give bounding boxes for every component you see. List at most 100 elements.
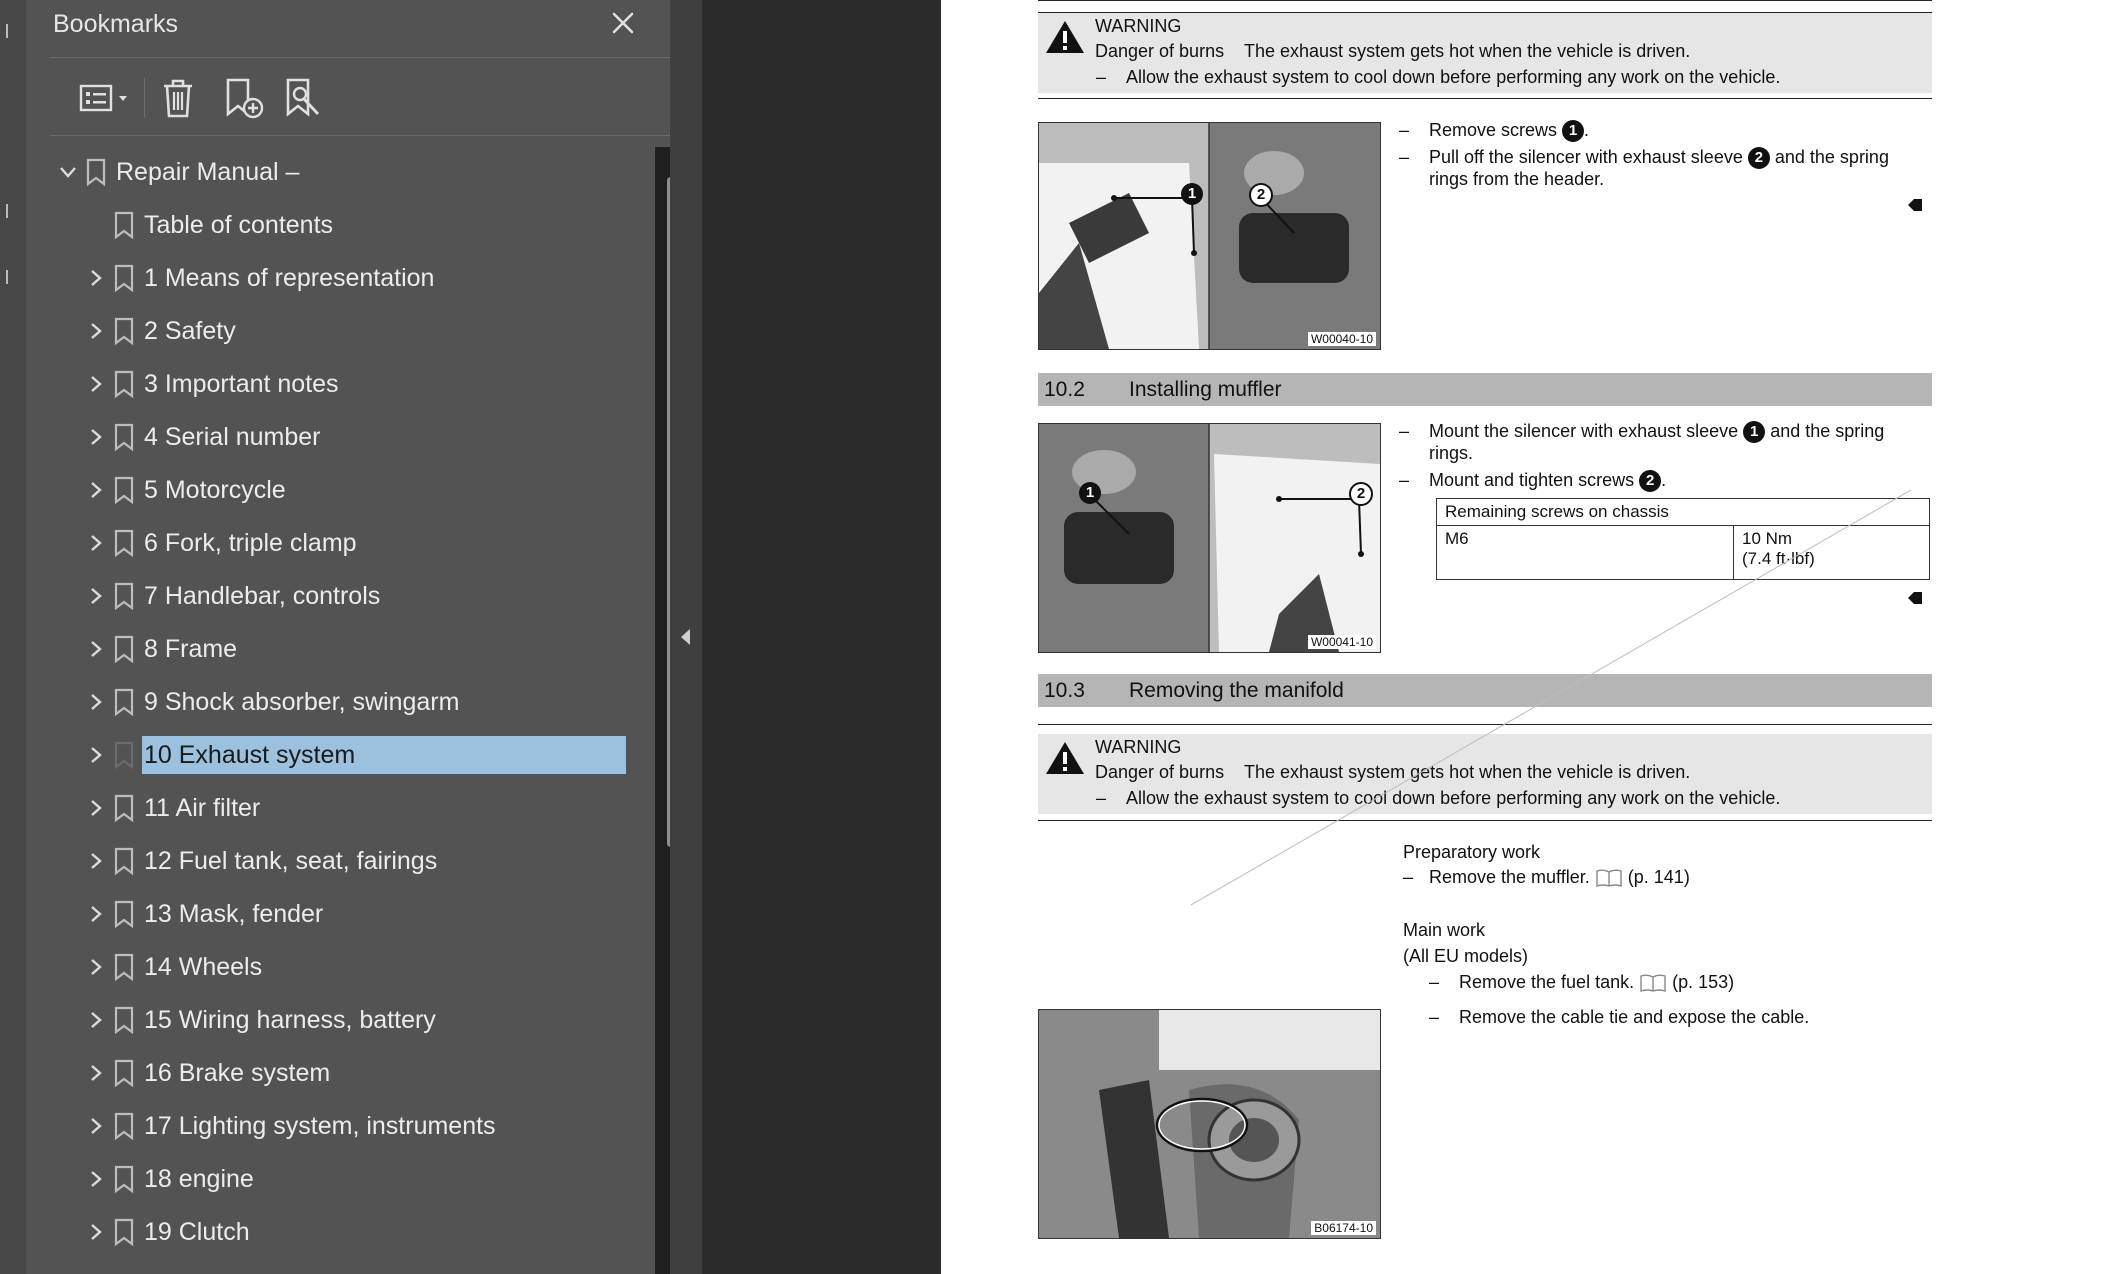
bookmark-icon xyxy=(112,687,136,717)
step-mount-silencer-cont: and the spring xyxy=(1770,421,1885,441)
bookmark-item[interactable]: 9 Shock absorber, swingarm xyxy=(26,675,626,728)
callout-1: 1 xyxy=(1079,482,1101,504)
bookmark-item[interactable]: 14 Wheels xyxy=(26,940,626,993)
bookmark-item[interactable]: 17 Lighting system, instruments xyxy=(26,1099,626,1152)
bookmark-icon xyxy=(112,422,136,452)
step-tighten-screws: Mount and tighten screws xyxy=(1429,470,1635,490)
find-bookmark-button[interactable] xyxy=(280,70,328,126)
bookmark-label: 1 Means of representation xyxy=(144,263,435,292)
chevron-right-icon[interactable] xyxy=(84,1008,108,1032)
find-bookmark-icon xyxy=(286,78,320,117)
delete-bookmark-button[interactable] xyxy=(154,70,202,126)
collapse-panel-button[interactable] xyxy=(670,0,702,1274)
page-reference[interactable]: (p. 153) xyxy=(1672,972,1734,992)
bookmark-item[interactable]: 19 Clutch xyxy=(26,1205,626,1258)
callout-2: 2 xyxy=(1639,470,1662,493)
chevron-right-icon[interactable] xyxy=(84,319,108,343)
bookmark-label: 15 Wiring harness, battery xyxy=(144,1005,436,1034)
bookmark-item[interactable]: 11 Air filter xyxy=(26,781,626,834)
section-number: 10.3 xyxy=(1044,679,1085,702)
bookmark-icon xyxy=(112,210,136,240)
bullet-dash: – xyxy=(1096,67,1107,87)
photo-code: B06174-10 xyxy=(1311,1221,1376,1235)
warning-action: Allow the exhaust system to cool down be… xyxy=(1126,67,1781,87)
close-panel-button[interactable] xyxy=(606,6,640,40)
bullet-dash: – xyxy=(1399,470,1410,490)
bookmark-item[interactable]: 6 Fork, triple clamp xyxy=(26,516,626,569)
bookmark-item[interactable]: Table of contents xyxy=(26,198,626,251)
chevron-right-icon[interactable] xyxy=(84,372,108,396)
document-background xyxy=(702,0,941,1274)
danger-text: The exhaust system gets hot when the veh… xyxy=(1244,41,1691,61)
bookmark-item[interactable]: 16 Brake system xyxy=(26,1046,626,1099)
bookmark-label: 11 Air filter xyxy=(144,793,261,822)
add-bookmark-button[interactable] xyxy=(220,70,268,126)
step-text: Pull off the silencer with exhaust sleev… xyxy=(1429,147,1889,170)
chevron-right-icon[interactable] xyxy=(84,849,108,873)
bookmark-icon xyxy=(112,528,136,558)
bookmark-item[interactable]: 15 Wiring harness, battery xyxy=(26,993,626,1046)
left-tool-rail xyxy=(0,0,27,1274)
options-menu-button[interactable] xyxy=(76,70,136,126)
bullet-dash: – xyxy=(1399,120,1410,140)
step-remove-cable-tie: Remove the cable tie and expose the cabl… xyxy=(1459,1007,1810,1027)
step-text: Mount the silencer with exhaust sleeve 1… xyxy=(1429,421,1885,444)
bookmark-icon xyxy=(112,1217,136,1247)
bookmark-label: 10 Exhaust system xyxy=(142,735,626,774)
trash-icon xyxy=(164,79,192,118)
step-pull-off-cont: and the spring xyxy=(1774,147,1889,167)
photo-illustration xyxy=(1039,1010,1380,1238)
bookmark-item[interactable]: 10 Exhaust system xyxy=(26,728,626,781)
bookmark-item[interactable]: 13 Mask, fender xyxy=(26,887,626,940)
bookmark-icon xyxy=(112,475,136,505)
models-label: (All EU models) xyxy=(1403,946,1529,966)
bookmark-icon xyxy=(112,846,136,876)
bookmark-icon xyxy=(112,1058,136,1088)
bullet-dash: – xyxy=(1399,147,1410,167)
chevron-right-icon[interactable] xyxy=(84,1061,108,1085)
chevron-right-icon[interactable] xyxy=(84,743,108,767)
chevron-right-icon[interactable] xyxy=(84,902,108,926)
chevron-right-icon[interactable] xyxy=(84,478,108,502)
chevron-right-icon[interactable] xyxy=(84,1220,108,1244)
bookmark-label: 12 Fuel tank, seat, fairings xyxy=(144,846,438,875)
photo-illustration xyxy=(1039,123,1380,349)
callout-1: 1 xyxy=(1181,183,1203,205)
bookmark-label: 4 Serial number xyxy=(144,422,321,451)
bookmark-item[interactable]: 12 Fuel tank, seat, fairings xyxy=(26,834,626,887)
bookmarks-panel: Bookmarks Repair Manual – Table of conte… xyxy=(26,0,686,1274)
chevron-down-icon[interactable] xyxy=(56,160,80,184)
chevron-right-icon[interactable] xyxy=(84,531,108,555)
bullet-dash: – xyxy=(1096,788,1107,808)
bookmark-item[interactable]: 1 Means of representation xyxy=(26,251,626,304)
panel-title: Bookmarks xyxy=(53,10,179,38)
chevron-right-icon[interactable] xyxy=(84,796,108,820)
bookmark-item[interactable]: 3 Important notes xyxy=(26,357,626,410)
bookmark-item[interactable]: 4 Serial number xyxy=(26,410,626,463)
danger-label: Danger of burns xyxy=(1095,41,1225,61)
bookmark-icon xyxy=(112,1111,136,1141)
bookmark-label: 18 engine xyxy=(144,1164,254,1193)
bookmark-item[interactable]: 18 engine xyxy=(26,1152,626,1205)
bookmark-label: 9 Shock absorber, swingarm xyxy=(144,687,460,716)
chevron-right-icon[interactable] xyxy=(84,1114,108,1138)
chevron-right-icon[interactable] xyxy=(84,1167,108,1191)
bookmark-label: 14 Wheels xyxy=(144,952,263,981)
add-bookmark-icon xyxy=(226,78,264,119)
bookmark-item[interactable]: 2 Safety xyxy=(26,304,626,357)
bookmark-item[interactable]: 7 Handlebar, controls xyxy=(26,569,626,622)
bookmark-item[interactable]: 5 Motorcycle xyxy=(26,463,626,516)
section-heading: 10.2 Installing muffler xyxy=(1038,373,1932,406)
chevron-right-icon[interactable] xyxy=(84,425,108,449)
document-page: WARNING Danger of burns The exhaust syst… xyxy=(941,0,2110,1274)
callout-1: 1 xyxy=(1562,120,1585,143)
bookmark-item[interactable]: 8 Frame xyxy=(26,622,626,675)
bookmark-icon xyxy=(112,1005,136,1035)
bookmark-item[interactable]: Repair Manual – xyxy=(26,145,626,198)
chevron-right-icon[interactable] xyxy=(84,955,108,979)
chevron-right-icon[interactable] xyxy=(84,690,108,714)
warning-title: WARNING xyxy=(1095,737,1182,757)
chevron-right-icon[interactable] xyxy=(84,584,108,608)
chevron-right-icon[interactable] xyxy=(84,637,108,661)
chevron-right-icon[interactable] xyxy=(84,266,108,290)
